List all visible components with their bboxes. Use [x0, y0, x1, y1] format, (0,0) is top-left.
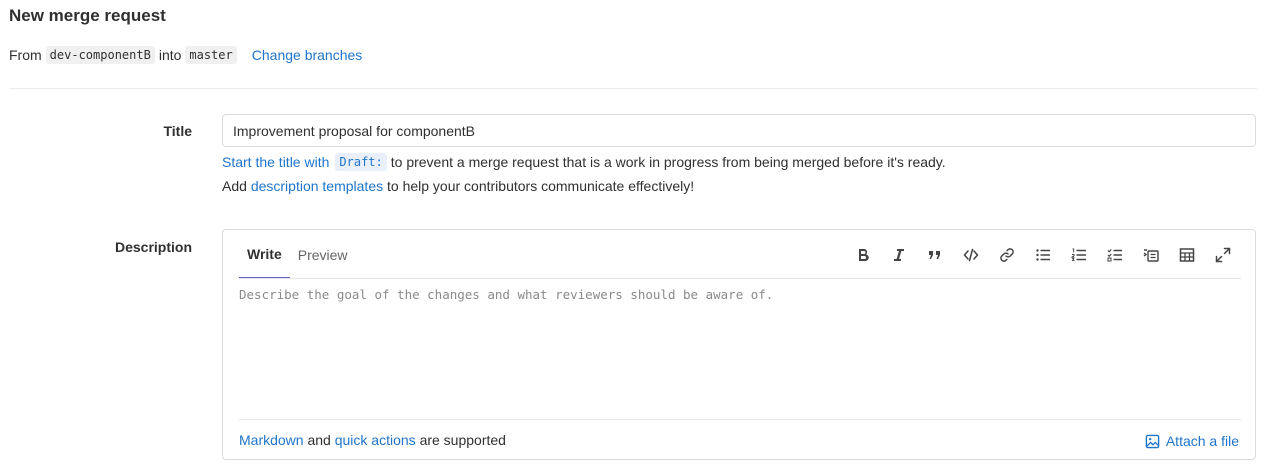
- templates-suffix: to help your contributors communicate ef…: [387, 178, 695, 194]
- task-list-button[interactable]: [1097, 242, 1133, 268]
- change-branches-link[interactable]: Change branches: [252, 47, 363, 63]
- numbered-list-button[interactable]: [1061, 242, 1097, 268]
- markdown-link[interactable]: Markdown: [239, 432, 304, 448]
- from-label: From: [9, 47, 42, 63]
- quote-icon: [929, 251, 940, 259]
- tab-write[interactable]: Write: [239, 230, 290, 279]
- footer-divider: [239, 419, 1241, 420]
- italic-button[interactable]: [881, 242, 917, 268]
- description-editor: Write Preview Describe the goal of the c…: [222, 229, 1256, 460]
- draft-code[interactable]: Draft:: [335, 153, 387, 171]
- bullet-list-button[interactable]: [1025, 242, 1061, 268]
- title-input[interactable]: [222, 114, 1256, 147]
- fullscreen-icon: [1215, 247, 1231, 263]
- quick-actions-link[interactable]: quick actions: [335, 432, 416, 448]
- attach-file-label[interactable]: Attach a file: [1166, 433, 1239, 449]
- link-button[interactable]: [989, 242, 1025, 268]
- code-button[interactable]: [953, 242, 989, 268]
- editor-toolbar: [845, 242, 1241, 268]
- editor-tabs: Write Preview: [239, 230, 356, 279]
- section-divider: [9, 88, 1257, 89]
- description-templates-link[interactable]: description templates: [251, 178, 383, 194]
- tabs-divider: [239, 278, 1241, 279]
- numbered-list-icon: [1071, 248, 1086, 261]
- description-label: Description: [114, 239, 192, 255]
- collapsible-section-button[interactable]: [1133, 242, 1169, 268]
- markdown-footer: Markdown and quick actions are supported: [239, 432, 506, 448]
- into-label: into: [158, 47, 182, 63]
- bold-icon: [859, 248, 869, 262]
- draft-hint-text: to prevent a merge request that is a wor…: [390, 154, 946, 170]
- page-title: New merge request: [9, 6, 166, 25]
- italic-icon: [894, 249, 904, 261]
- templates-hint: Add description templates to help your c…: [222, 178, 694, 194]
- description-textarea[interactable]: [239, 287, 1241, 417]
- link-icon: [1000, 248, 1014, 262]
- collapsible-section-icon: [1143, 249, 1159, 262]
- image-icon: [1145, 434, 1160, 448]
- branch-info: From dev-componentB into master Change b…: [9, 44, 362, 66]
- draft-hint: Start the title with Draft: to prevent a…: [222, 152, 946, 172]
- tab-preview[interactable]: Preview: [290, 230, 356, 279]
- code-icon: [963, 248, 979, 262]
- table-icon: [1179, 248, 1195, 262]
- bullet-list-icon: [1036, 249, 1050, 261]
- target-branch: master: [185, 46, 237, 64]
- templates-prefix: Add: [222, 178, 247, 194]
- footer-and-text: and: [307, 432, 331, 448]
- bold-button[interactable]: [845, 242, 881, 268]
- attach-file-button[interactable]: Attach a file: [1145, 433, 1239, 449]
- task-list-icon: [1107, 249, 1122, 262]
- source-branch: dev-componentB: [45, 46, 155, 64]
- title-label: Title: [163, 123, 192, 139]
- quote-button[interactable]: [917, 242, 953, 268]
- fullscreen-button[interactable]: [1205, 242, 1241, 268]
- footer-supported-text: are supported: [419, 432, 506, 448]
- draft-hint-link[interactable]: Start the title with: [222, 154, 329, 170]
- table-button[interactable]: [1169, 242, 1205, 268]
